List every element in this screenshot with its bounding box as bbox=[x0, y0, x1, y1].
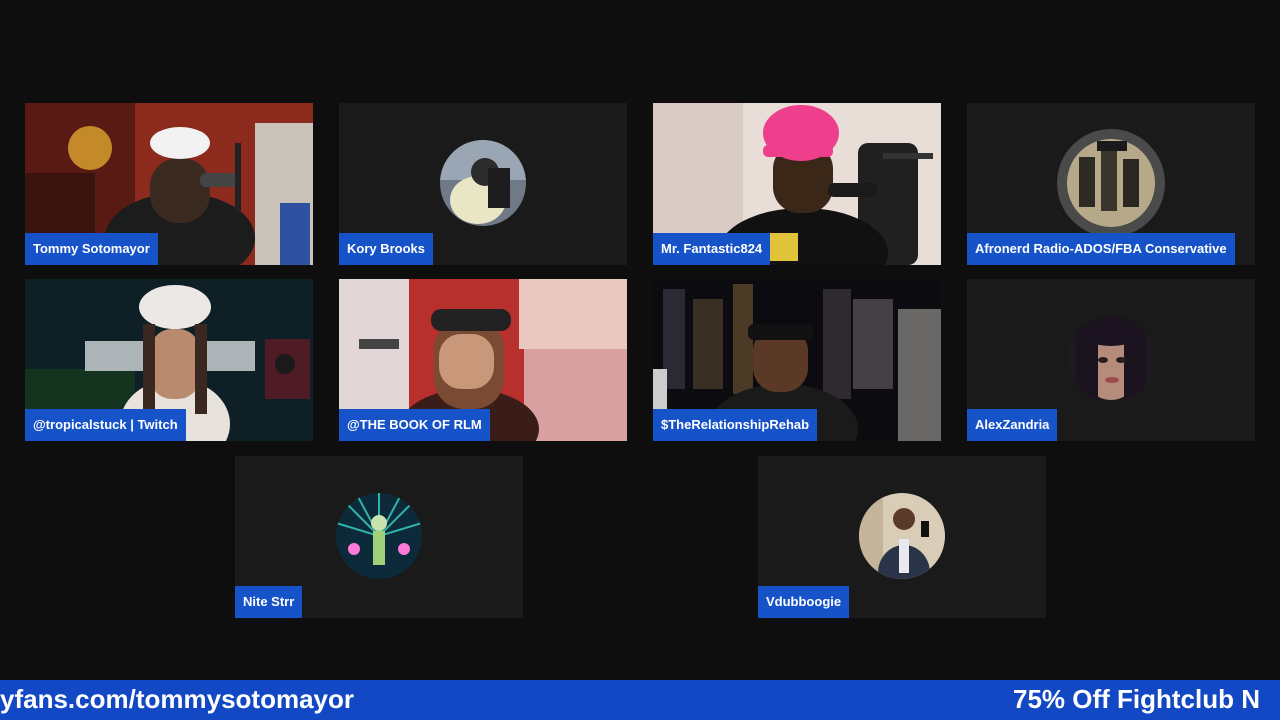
participant-avatar bbox=[440, 140, 526, 226]
participant-tile[interactable]: @tropicalstuck | Twitch bbox=[25, 279, 313, 441]
participant-tile[interactable]: Afronerd Radio-ADOS/FBA Conservative bbox=[967, 103, 1255, 265]
participant-tile[interactable]: @THE BOOK OF RLM bbox=[339, 279, 627, 441]
participant-name: @tropicalstuck | Twitch bbox=[25, 409, 186, 441]
participant-tile[interactable]: Nite Strr bbox=[235, 456, 523, 618]
participant-avatar bbox=[336, 493, 422, 579]
participant-tile[interactable]: AlexZandria bbox=[967, 279, 1255, 441]
participant-name: Nite Strr bbox=[235, 586, 303, 618]
participant-avatar bbox=[1057, 129, 1165, 237]
stream-stage: Tommy Sotomayor Kory Brooks Mr. Fantasti… bbox=[0, 0, 1280, 720]
participant-tile[interactable]: Kory Brooks bbox=[339, 103, 627, 265]
participant-tile[interactable]: Tommy Sotomayor bbox=[25, 103, 313, 265]
participant-name: AlexZandria bbox=[967, 409, 1058, 441]
participant-tile[interactable]: $TheRelationshipRehab bbox=[653, 279, 941, 441]
participant-name: @THE BOOK OF RLM bbox=[339, 409, 490, 441]
participant-tile[interactable]: Mr. Fantastic824 bbox=[653, 103, 941, 265]
ticker-left-text: yfans.com/tommysotomayor bbox=[0, 684, 354, 714]
participant-name: Vdubboogie bbox=[758, 586, 850, 618]
participant-avatar bbox=[859, 493, 945, 579]
ticker-banner: yfans.com/tommysotomayor 75% Off Fightcl… bbox=[0, 680, 1280, 720]
participant-avatar bbox=[1068, 316, 1154, 402]
participant-name: Kory Brooks bbox=[339, 233, 434, 265]
participant-name: Tommy Sotomayor bbox=[25, 233, 158, 265]
participant-tile[interactable]: Vdubboogie bbox=[758, 456, 1046, 618]
participant-name: Afronerd Radio-ADOS/FBA Conservative bbox=[967, 233, 1235, 265]
ticker-right-text: 75% Off Fightclub N bbox=[1013, 684, 1260, 714]
participant-name: Mr. Fantastic824 bbox=[653, 233, 771, 265]
participant-name: $TheRelationshipRehab bbox=[653, 409, 818, 441]
